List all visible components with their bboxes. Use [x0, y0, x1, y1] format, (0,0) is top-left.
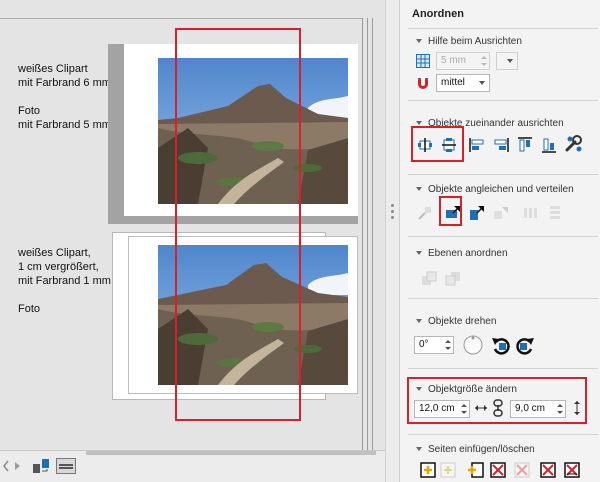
collapse-triangle-icon: [416, 251, 422, 256]
snap-strength-value: mittel: [441, 77, 465, 88]
splitter-grip: [391, 204, 394, 207]
collapse-triangle-icon: [416, 187, 422, 192]
bring-forward-disabled-icon[interactable]: [420, 270, 438, 288]
highlight-align-center: [411, 126, 464, 162]
page-edge-line: [372, 18, 373, 450]
grid-icon[interactable]: [416, 54, 430, 68]
canvas[interactable]: weißes Clipart mit Farbrand 6 mm Foto mi…: [0, 0, 385, 450]
align-right-icon[interactable]: [492, 136, 510, 154]
note-top: weißes Clipart mit Farbrand 6 mm Foto mi…: [18, 63, 111, 131]
grid-size-spinner[interactable]: [479, 53, 489, 69]
collapse-triangle-icon: [416, 319, 422, 324]
section-rotate-header[interactable]: Objekte drehen: [416, 316, 496, 327]
rotate-right-icon[interactable]: [514, 334, 536, 356]
play-right-icon[interactable]: [14, 459, 22, 473]
grid-size-value: 5 mm: [441, 55, 466, 66]
section-layers-title: Ebenen anordnen: [428, 248, 508, 259]
match-both-disabled-icon[interactable]: [492, 204, 510, 222]
align-bottom-icon[interactable]: [540, 136, 558, 154]
section-divider: [408, 28, 598, 29]
align-left-icon[interactable]: [468, 136, 486, 154]
section-layers-header[interactable]: Ebenen anordnen: [416, 248, 508, 259]
match-size-disabled-icon[interactable]: [416, 204, 434, 222]
section-divider: [408, 434, 598, 435]
insert-page-before-icon[interactable]: [420, 462, 436, 478]
section-rotate-title: Objekte drehen: [428, 316, 497, 327]
rotation-angle-spinner[interactable]: [443, 337, 453, 353]
chevron-down-icon: [507, 59, 513, 63]
section-divider: [408, 174, 598, 175]
note-bottom: weißes Clipart, 1 cm vergrößert, mit Far…: [18, 247, 111, 315]
section-pages-title: Seiten einfügen/löschen: [428, 444, 535, 455]
collapse-triangle-icon: [416, 447, 422, 452]
page-edge-line: [367, 18, 368, 450]
rotation-angle-field[interactable]: 0°: [414, 336, 454, 354]
section-divider: [408, 368, 598, 369]
insert-page-after-icon[interactable]: [468, 462, 484, 478]
rotate-left-icon[interactable]: [490, 334, 512, 356]
match-height-icon[interactable]: [468, 204, 486, 222]
section-distribute-header[interactable]: Objekte angleichen und verteilen: [416, 184, 574, 195]
insert-double-page-disabled-icon[interactable]: [440, 462, 456, 478]
chevron-down-icon: [479, 81, 485, 85]
highlight-match-width: [439, 196, 462, 226]
section-pages-header[interactable]: Seiten einfügen/löschen: [416, 444, 535, 455]
bottom-toolbar: [0, 450, 400, 482]
section-divider: [408, 100, 598, 101]
page-view-icon[interactable]: [56, 458, 76, 474]
section-help-header[interactable]: Hilfe beim Ausrichten: [416, 36, 522, 47]
delete-double-page-disabled-icon[interactable]: [514, 462, 530, 478]
align-top-icon[interactable]: [516, 136, 534, 154]
splitter-grip: [391, 216, 394, 219]
grid-size-field[interactable]: 5 mm: [436, 52, 490, 70]
page-edge-line: [362, 18, 363, 450]
collapse-triangle-icon: [416, 39, 422, 44]
delete-pages-icon[interactable]: [540, 462, 556, 478]
chevron-left-icon[interactable]: [2, 459, 10, 473]
section-distribute-title: Objekte angleichen und verteilen: [428, 184, 574, 195]
horizontal-scrollbar[interactable]: [86, 451, 376, 455]
arrange-panel: Anordnen Hilfe beim Ausrichten 5 mm mitt…: [400, 0, 600, 482]
swap-pages-icon[interactable]: [32, 457, 50, 475]
delete-all-pages-icon[interactable]: [564, 462, 580, 478]
page-separator: [0, 18, 362, 19]
distribute-horizontal-disabled-icon[interactable]: [522, 204, 540, 222]
panel-title: Anordnen: [412, 8, 464, 20]
rotation-angle-value: 0°: [419, 339, 429, 350]
magnet-icon[interactable]: [416, 76, 430, 90]
distribute-vertical-disabled-icon[interactable]: [546, 204, 564, 222]
section-divider: [408, 236, 598, 237]
rotation-dial-icon[interactable]: [462, 334, 484, 356]
panel-splitter[interactable]: [385, 0, 400, 482]
section-divider: [408, 298, 598, 299]
splitter-grip: [391, 210, 394, 213]
grid-unit-dropdown[interactable]: [496, 52, 518, 70]
snap-strength-dropdown[interactable]: mittel: [436, 74, 490, 92]
highlight-object-size: [407, 377, 587, 424]
delete-page-icon[interactable]: [490, 462, 506, 478]
send-backward-disabled-icon[interactable]: [444, 270, 462, 288]
selection-highlight: [175, 28, 301, 421]
collapse-triangle-icon: [416, 121, 422, 126]
wrench-settings-icon[interactable]: [564, 134, 584, 154]
section-help-title: Hilfe beim Ausrichten: [428, 36, 522, 47]
